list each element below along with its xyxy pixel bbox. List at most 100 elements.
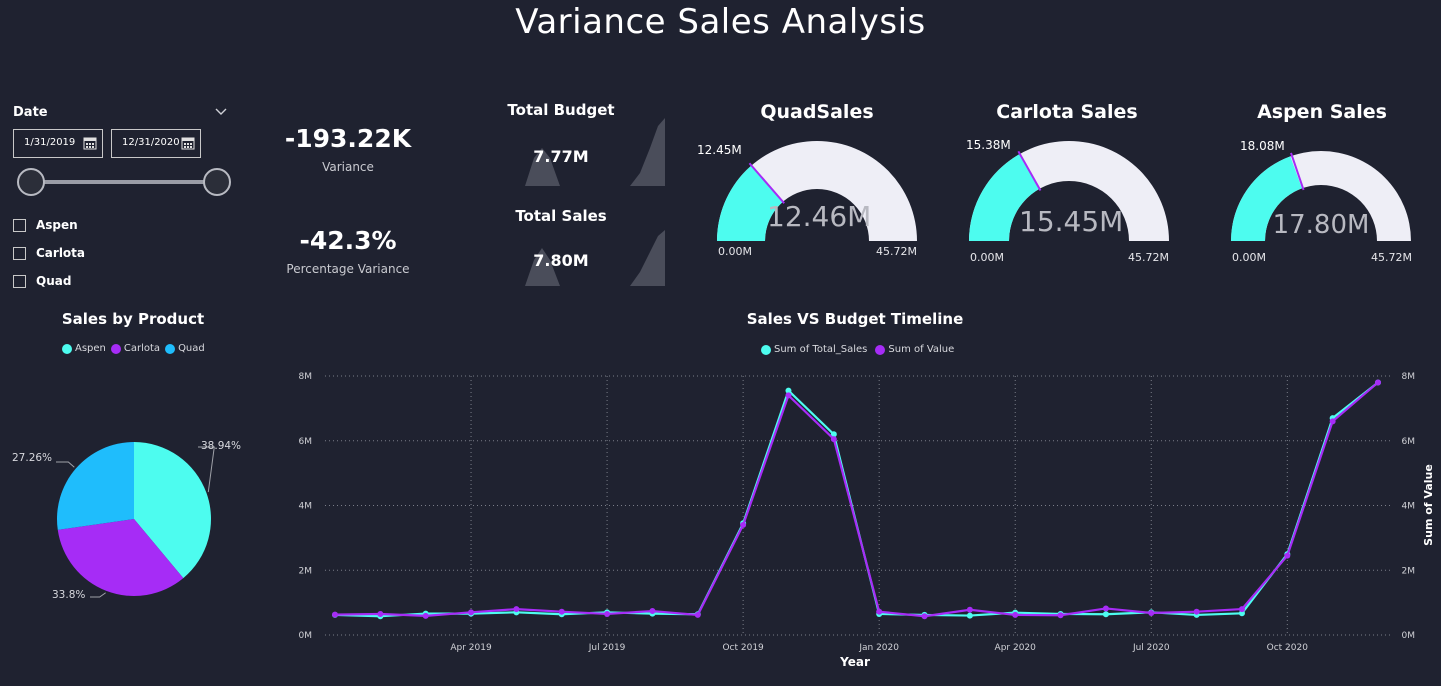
data-point-value[interactable] — [830, 436, 837, 443]
legend-dot-aspen — [62, 343, 72, 354]
checkbox[interactable] — [13, 274, 26, 288]
sales-by-product-pie: 38.94% 33.8% 27.26% — [12, 440, 241, 601]
data-point-value[interactable] — [1329, 418, 1336, 425]
data-point-value[interactable] — [513, 606, 520, 613]
data-point-total-sales[interactable] — [1102, 611, 1109, 618]
slider-end-handle[interactable] — [203, 168, 231, 196]
product-option-carlota[interactable]: Carlota — [13, 244, 85, 262]
legend-item-carlota: Carlota — [123, 343, 161, 354]
y-tick-label-right: 6M — [1402, 437, 1416, 447]
data-point-value[interactable] — [1102, 605, 1109, 612]
legend-item-quad: Quad — [178, 343, 205, 354]
x-tick-label: Apr 2020 — [995, 643, 1037, 653]
x-tick-label: Oct 2019 — [722, 643, 764, 653]
y-tick-label-left: 8M — [299, 372, 313, 382]
percentage-variance-label: Percentage Variance — [286, 262, 410, 276]
start-date-value: 1/31/2019 — [24, 137, 76, 148]
data-point-value[interactable] — [558, 608, 565, 615]
data-point-value[interactable] — [921, 613, 928, 620]
series-line-value — [334, 381, 1379, 618]
aspen-target-label: 18.08M — [1240, 139, 1285, 153]
quad-min-label: 0.00M — [718, 245, 752, 258]
data-point-value[interactable] — [649, 608, 656, 615]
quad-target-label: 12.45M — [697, 143, 742, 157]
quad-value-label: 12.46M — [767, 200, 872, 233]
sales-vs-budget-line-chart: 0M 0M 2M 2M 4M 4M 6M 6M 8M 8M Apr 2019 Jul 2019 Oct … — [299, 372, 1436, 669]
data-point-value[interactable] — [332, 611, 338, 618]
quad-gauge-title: QuadSales — [760, 101, 874, 123]
quad-max-label: 45.72M — [876, 245, 917, 258]
pie-leader-line — [90, 592, 106, 598]
aspen-min-label: 0.00M — [1232, 251, 1266, 264]
option-label: Carlota — [36, 246, 86, 260]
calendar-icon[interactable] — [83, 136, 97, 150]
option-label: Aspen — [36, 218, 78, 232]
legend-dot-carlota — [110, 343, 121, 354]
start-date-input[interactable]: 1/31/2019 — [13, 129, 103, 158]
data-point-value[interactable] — [422, 612, 429, 619]
total-budget-title: Total Budget — [507, 101, 615, 119]
y-tick-label-left: 4M — [299, 502, 313, 512]
data-point-value[interactable] — [1284, 552, 1291, 559]
x-axis-label: Year — [839, 655, 870, 669]
carlota-gauge-title: Carlota Sales — [996, 101, 1138, 123]
slider-start-handle[interactable] — [17, 168, 45, 196]
pie-leader-line — [56, 461, 75, 468]
legend-item-value: Sum of Value — [888, 344, 955, 355]
y-tick-label-left: 6M — [299, 437, 313, 447]
data-point-value[interactable] — [1148, 609, 1155, 616]
chevron-down-icon[interactable] — [214, 103, 228, 117]
carlota-target-label: 15.38M — [966, 138, 1011, 152]
variance-label: Variance — [322, 160, 374, 174]
y-tick-label-left: 0M — [299, 631, 313, 641]
line-legend: Sum of Total_Sales Sum of Value — [761, 344, 954, 355]
total-budget-value: 7.77M — [533, 147, 589, 166]
series-line-total-sales — [334, 381, 1379, 618]
x-tick-label: Oct 2020 — [1267, 643, 1309, 653]
data-point-value[interactable] — [1375, 379, 1381, 386]
data-point-value[interactable] — [1057, 612, 1064, 619]
aspen-max-label: 45.72M — [1371, 251, 1412, 264]
data-point-value[interactable] — [1012, 611, 1019, 618]
total-sales-title: Total Sales — [515, 207, 607, 225]
y-tick-label-right: 8M — [1402, 372, 1416, 382]
y-tick-label-right: 4M — [1402, 502, 1416, 512]
legend-dot-sales — [761, 344, 771, 355]
carlota-max-label: 45.72M — [1128, 251, 1169, 264]
data-point-total-sales[interactable] — [966, 612, 973, 619]
y-tick-label-right: 0M — [1402, 631, 1416, 641]
data-point-value[interactable] — [604, 610, 611, 617]
data-point-value[interactable] — [785, 392, 792, 399]
y-axis-label: Sum of Value — [1422, 464, 1435, 546]
legend-item-sales: Sum of Total_Sales — [774, 344, 868, 355]
x-tick-label: Jul 2019 — [588, 643, 626, 653]
date-slicer-label: Date — [13, 105, 48, 120]
data-point-value[interactable] — [876, 608, 883, 615]
y-tick-label-left: 2M — [299, 566, 313, 576]
product-option-quad[interactable]: Quad — [13, 272, 71, 290]
product-option-aspen[interactable]: Aspen — [13, 216, 78, 234]
data-point-value[interactable] — [1193, 608, 1200, 615]
checkbox[interactable] — [13, 246, 26, 260]
data-point-value[interactable] — [1238, 606, 1245, 613]
pie-data-label: 38.94% — [201, 440, 241, 452]
variance-value: -193.22K — [284, 124, 412, 153]
pie-data-label: 27.26% — [12, 452, 52, 464]
data-point-value[interactable] — [694, 611, 701, 618]
percentage-variance-value: -42.3% — [299, 226, 397, 255]
calendar-icon[interactable] — [181, 136, 195, 150]
data-point-value[interactable] — [377, 610, 384, 617]
x-tick-label: Jan 2020 — [858, 643, 899, 653]
data-point-value[interactable] — [468, 609, 475, 616]
legend-dot-quad — [165, 343, 176, 354]
date-range-track[interactable] — [30, 180, 216, 184]
aspen-value-label: 17.80M — [1272, 210, 1370, 240]
end-date-input[interactable]: 12/31/2020 — [111, 129, 201, 158]
x-tick-label: Apr 2019 — [450, 643, 492, 653]
pie-data-label: 33.8% — [52, 589, 85, 601]
data-point-value[interactable] — [740, 521, 747, 528]
legend-dot-value — [875, 344, 886, 355]
aspen-gauge-title: Aspen Sales — [1257, 101, 1387, 123]
data-point-value[interactable] — [966, 606, 973, 613]
checkbox[interactable] — [13, 218, 26, 232]
